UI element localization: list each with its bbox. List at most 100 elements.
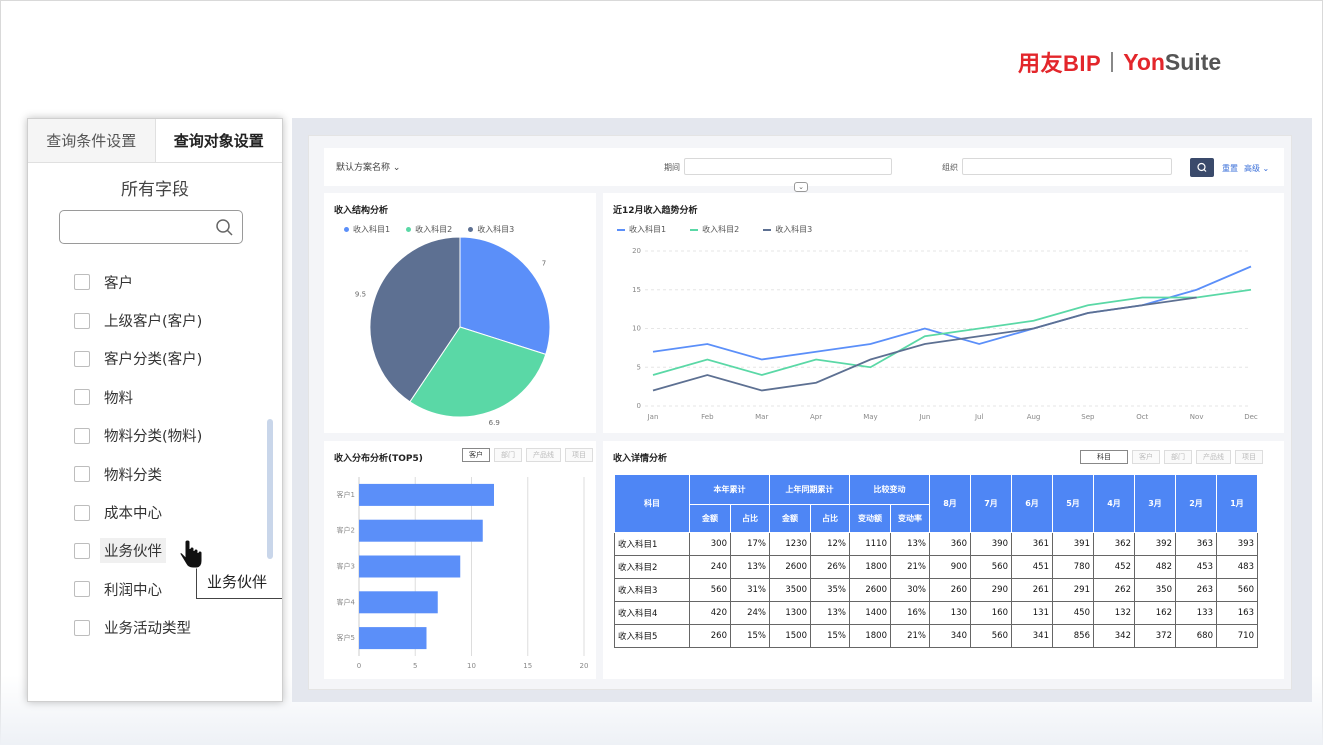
x-tick-label: Oct [1136, 413, 1148, 421]
table-cell: 372 [1134, 624, 1176, 648]
field-checkbox[interactable] [74, 619, 90, 636]
reset-link[interactable]: 重置 [1222, 163, 1238, 174]
table-row: 收入科目5 260 15% 1500 15% 1800 21% 340 560 341 856 342… [614, 624, 1258, 648]
x-tick-label: Sep [1081, 413, 1095, 421]
x-tick-label: Aug [1027, 413, 1041, 421]
brand-en: YonSuite [1123, 49, 1221, 76]
x-tick-label: Jul [974, 413, 984, 421]
field-checkbox[interactable] [74, 350, 90, 367]
sub-header: 变动额 [849, 504, 891, 533]
table-cell: 680 [1175, 624, 1217, 648]
field-label: 物料分类 [104, 467, 162, 484]
table-cell: 560 [689, 578, 731, 602]
detail-tab[interactable]: 部门 [1164, 450, 1192, 464]
field-item[interactable]: 上级客户(客户) [28, 301, 282, 339]
sub-header: 金额 [769, 504, 811, 533]
field-item[interactable]: 业务活动类型 [28, 609, 282, 647]
table-cell: 560 [970, 555, 1012, 579]
brand-en-suffix: Suite [1164, 48, 1222, 75]
field-checkbox[interactable] [74, 466, 90, 483]
table-cell: 21% [890, 555, 930, 579]
field-checkbox[interactable] [74, 312, 90, 329]
x-tick-label: Feb [701, 413, 714, 421]
y-tick-label: 客户1 [337, 490, 355, 499]
table-cell: 291 [1052, 578, 1094, 602]
search-button[interactable] [1190, 158, 1214, 177]
collapse-toggle[interactable]: ⌄ [794, 182, 808, 192]
table-cell: 16% [890, 601, 930, 625]
table-cell: 391 [1052, 532, 1094, 556]
detail-tab[interactable]: 科目 [1080, 450, 1128, 464]
table-cell: 1800 [849, 624, 891, 648]
x-tick-label: 10 [467, 662, 476, 670]
field-checkbox[interactable] [74, 581, 90, 598]
field-item[interactable]: 物料分类(物料) [28, 417, 282, 455]
x-tick-label: 15 [523, 662, 532, 670]
table-cell: 452 [1093, 555, 1135, 579]
field-label: 客户 [104, 275, 133, 292]
table-cell: 2600 [849, 578, 891, 602]
table-cell: 21% [890, 624, 930, 648]
field-item[interactable]: 客户 [28, 263, 282, 301]
field-checkbox[interactable] [74, 389, 90, 406]
field-checkbox[interactable] [74, 427, 90, 444]
detail-tab[interactable]: 客户 [1132, 450, 1160, 464]
scrollbar[interactable] [267, 419, 273, 559]
pie-card: 收入结构分析 收入科目1 收入科目2 收入科目3 7 6.9 9.5 [324, 193, 596, 433]
table-cell: 收入科目3 [614, 578, 690, 602]
period-input[interactable] [684, 158, 892, 175]
table-row: 收入科目4 420 24% 1300 13% 1400 16% 130 160 131 450 132… [614, 601, 1258, 625]
table-cell: 362 [1093, 532, 1135, 556]
field-checkbox[interactable] [74, 504, 90, 521]
table-cell: 560 [970, 624, 1012, 648]
detail-tab[interactable]: 项目 [1235, 450, 1263, 464]
table-cell: 263 [1175, 578, 1217, 602]
table-cell: 780 [1052, 555, 1094, 579]
table-cell: 31% [730, 578, 770, 602]
field-label: 业务活动类型 [104, 621, 191, 638]
line-card: 近12月收入趋势分析 收入科目1 收入科目2 收入科目3 0 5 10 15 20 Jan… [603, 193, 1284, 433]
table-cell: 131 [1011, 601, 1053, 625]
field-checkbox[interactable] [74, 274, 90, 291]
table-cell: 710 [1216, 624, 1258, 648]
table-cell: 240 [689, 555, 731, 579]
advanced-link[interactable]: 高级 ⌄ [1244, 163, 1269, 174]
field-item[interactable]: 物料分类 [28, 455, 282, 493]
col-header: 比较变动 [849, 474, 930, 505]
search-icon[interactable] [215, 218, 233, 236]
field-item[interactable]: 成本中心 [28, 493, 282, 531]
col-header: 4月 [1093, 474, 1135, 533]
scheme-select[interactable]: 默认方案名称 ⌄ [336, 160, 400, 173]
table-cell: 290 [970, 578, 1012, 602]
tab-query-objects[interactable]: 查询对象设置 [154, 119, 282, 162]
bar [359, 555, 461, 578]
field-search-input[interactable] [59, 210, 243, 244]
table-cell: 162 [1134, 601, 1176, 625]
detail-tab[interactable]: 产品线 [1196, 450, 1231, 464]
brand-en-prefix: Yon [1123, 48, 1165, 75]
pie-label: 6.9 [489, 419, 500, 427]
query-settings-panel: 查询条件设置 查询对象设置 所有字段 客户 上级客户(客户) 客户分类(客户) 物料物… [27, 118, 283, 702]
table-cell: 483 [1216, 555, 1258, 579]
field-label: 客户分类(客户) [104, 352, 203, 369]
table-cell: 450 [1052, 601, 1094, 625]
field-label: 业务伙伴 [100, 538, 166, 564]
y-tick-label: 客户2 [337, 526, 355, 535]
detail-title: 收入详情分析 [613, 454, 668, 464]
table-cell: 856 [1052, 624, 1094, 648]
hand-cursor-icon [179, 540, 203, 569]
table-cell: 收入科目2 [614, 555, 690, 579]
col-header: 1月 [1216, 474, 1258, 533]
field-checkbox[interactable] [74, 542, 90, 559]
field-item[interactable]: 客户分类(客户) [28, 340, 282, 378]
field-label: 成本中心 [104, 506, 162, 523]
field-item[interactable]: 物料 [28, 378, 282, 416]
org-input[interactable] [962, 158, 1172, 175]
filter-bar: 默认方案名称 ⌄ 期间 组织 重置 高级 ⌄ [324, 148, 1284, 186]
tab-query-conditions[interactable]: 查询条件设置 [28, 119, 155, 162]
table-cell: 12% [810, 532, 850, 556]
period-label: 期间 [664, 163, 680, 172]
brand-logo: 用友BIP YonSuite [1018, 46, 1221, 78]
bar [359, 483, 494, 506]
table-cell: 24% [730, 601, 770, 625]
